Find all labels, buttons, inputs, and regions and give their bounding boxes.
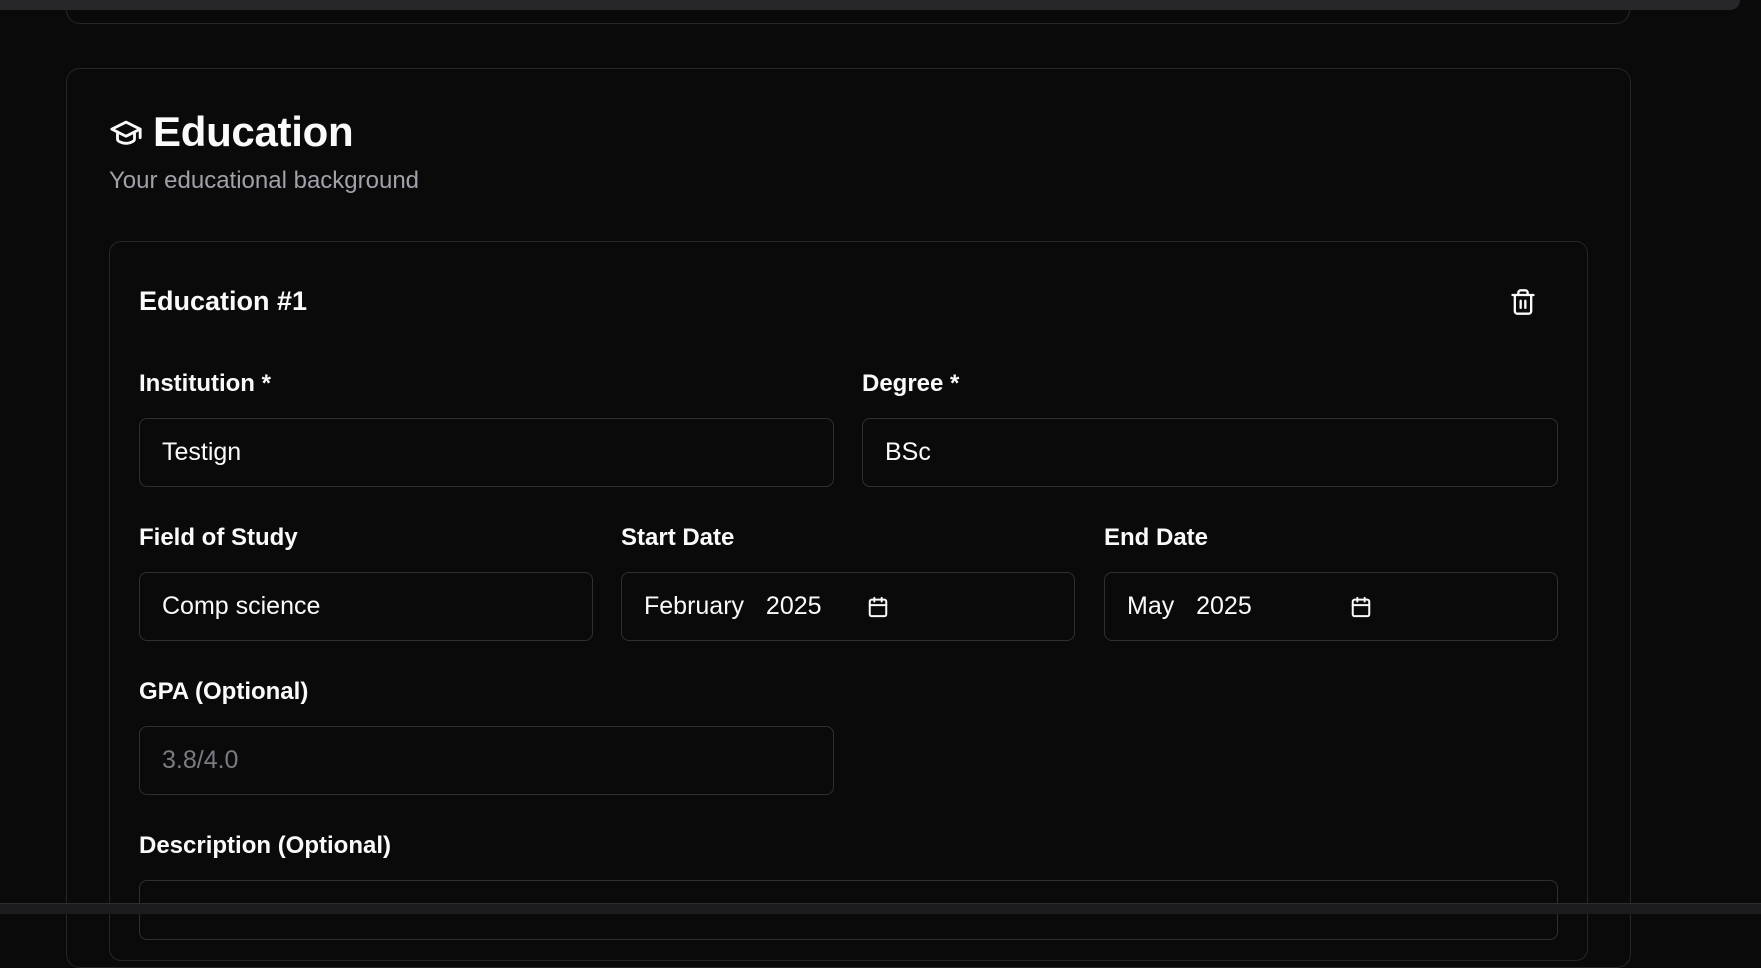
start-date-label: Start Date [621,524,735,551]
previous-section-card [66,0,1630,24]
calendar-icon[interactable] [1350,596,1372,618]
degree-input[interactable]: BSc [862,418,1558,487]
section-header: Education [109,108,354,156]
institution-label: Institution * [139,370,271,397]
section-subtitle: Your educational background [109,167,420,194]
entry-title: Education #1 [139,286,308,316]
end-date-input[interactable]: May 2025 [1104,572,1558,641]
section-title: Education [153,108,354,155]
field-of-study-input[interactable]: Comp science [139,572,593,641]
start-date-value: February 2025 [644,592,822,620]
degree-value: BSc [885,438,931,466]
graduation-cap-icon [109,115,143,149]
delete-entry-button[interactable] [1505,284,1541,320]
end-date-label: End Date [1104,524,1209,551]
end-date-value: May 2025 [1127,592,1252,620]
degree-label: Degree * [862,370,960,397]
start-date-input[interactable]: February 2025 [621,572,1075,641]
gpa-input[interactable]: 3.8/4.0 [139,726,834,795]
gpa-label: GPA (Optional) [139,678,309,705]
institution-value: Testign [162,438,242,466]
field-of-study-label: Field of Study [139,524,298,551]
field-of-study-value: Comp science [162,592,321,620]
description-label: Description (Optional) [139,832,391,859]
gpa-placeholder: 3.8/4.0 [162,746,239,774]
calendar-icon[interactable] [867,596,889,618]
trash-icon [1509,288,1537,316]
bottom-bar [0,903,1761,914]
institution-input[interactable]: Testign [139,418,834,487]
